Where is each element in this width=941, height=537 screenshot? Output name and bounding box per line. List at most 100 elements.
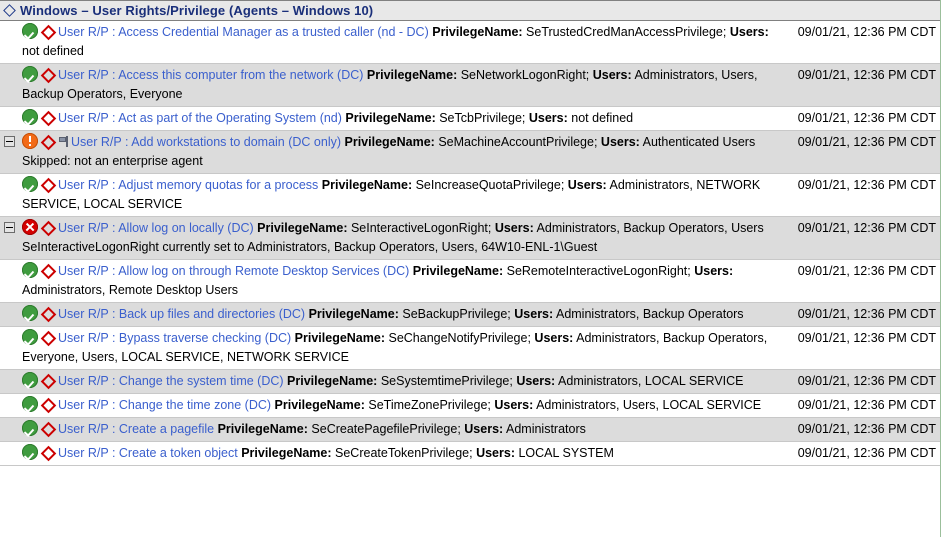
collapse-toggle-icon[interactable] [4, 222, 15, 233]
users-label: Users: [694, 264, 734, 278]
policy-link[interactable]: User R/P : Adjust memory quotas for a pr… [58, 178, 318, 192]
privilege-name-label: PrivilegeName: [257, 221, 348, 235]
red-diamond-icon [40, 67, 55, 82]
policy-link[interactable]: User R/P : Change the system time (DC) [58, 374, 284, 388]
table-row[interactable]: User R/P : Back up files and directories… [0, 303, 940, 327]
row-timestamp: 09/01/21, 12:36 PM CDT [797, 221, 936, 235]
row-note: SeInteractiveLogonRight currently set to… [22, 240, 598, 254]
row-timestamp: 09/01/21, 12:36 PM CDT [797, 178, 936, 192]
table-row[interactable]: User R/P : Allow log on through Remote D… [0, 260, 940, 303]
blue-diamond-icon [3, 4, 16, 17]
status-pass-icon [22, 444, 38, 460]
privilege-name-value: SeTimeZonePrivilege; [368, 398, 491, 412]
users-label: Users: [729, 25, 769, 39]
red-diamond-icon [40, 445, 55, 460]
red-diamond-icon [40, 263, 55, 278]
users-value: LOCAL SYSTEM [518, 446, 614, 460]
table-row[interactable]: User R/P : Create a token object Privile… [0, 442, 940, 466]
table-row[interactable]: User R/P : Access this computer from the… [0, 64, 940, 107]
policy-link[interactable]: User R/P : Allow log on through Remote D… [58, 264, 409, 278]
row-note: Skipped: not an enterprise agent [22, 154, 203, 168]
privilege-name-label: PrivilegeName: [344, 135, 435, 149]
report-section-header: Windows – User Rights/Privilege (Agents … [0, 0, 940, 21]
users-label: Users: [494, 398, 534, 412]
users-value: Administrators, Users, LOCAL SERVICE [536, 398, 762, 412]
status-pass-icon [22, 396, 38, 412]
status-pass-icon [22, 420, 38, 436]
table-row[interactable]: User R/P : Change the time zone (DC) Pri… [0, 394, 940, 418]
red-diamond-icon [40, 177, 55, 192]
flag-icon [58, 135, 71, 148]
row-timestamp: 09/01/21, 12:36 PM CDT [797, 398, 936, 412]
privilege-name-value: SeChangeNotifyPrivilege; [388, 331, 531, 345]
users-label: Users: [514, 307, 554, 321]
privilege-name-value: SeInteractiveLogonRight; [350, 221, 492, 235]
users-value: Administrators, Backup Operators, Users [536, 221, 764, 235]
users-label: Users: [600, 135, 640, 149]
policy-link[interactable]: User R/P : Create a token object [58, 446, 238, 460]
policy-link[interactable]: User R/P : Change the time zone (DC) [58, 398, 271, 412]
row-timestamp: 09/01/21, 12:36 PM CDT [797, 374, 936, 388]
page-title: Windows – User Rights/Privilege (Agents … [20, 3, 374, 18]
collapse-toggle-icon[interactable] [4, 136, 15, 147]
privilege-name-value: SeSystemtimePrivilege; [380, 374, 513, 388]
privilege-name-value: SeTcbPrivilege; [439, 111, 526, 125]
row-timestamp: 09/01/21, 12:36 PM CDT [797, 111, 936, 125]
table-row[interactable]: User R/P : Create a pagefile PrivilegeNa… [0, 418, 940, 442]
policy-link[interactable]: User R/P : Create a pagefile [58, 422, 214, 436]
red-diamond-icon [40, 373, 55, 388]
users-value: Administrators [506, 422, 586, 436]
users-value: not defined [22, 44, 84, 58]
table-row[interactable]: User R/P : Adjust memory quotas for a pr… [0, 174, 940, 217]
privilege-name-value: SeCreatePagefilePrivilege; [311, 422, 461, 436]
status-pass-icon [22, 66, 38, 82]
row-timestamp: 09/01/21, 12:36 PM CDT [797, 422, 936, 436]
red-diamond-icon [40, 110, 55, 125]
privilege-name-label: PrivilegeName: [345, 111, 436, 125]
privilege-name-label: PrivilegeName: [287, 374, 378, 388]
privilege-name-value: SeCreateTokenPrivilege; [335, 446, 473, 460]
users-value: Administrators, Remote Desktop Users [22, 283, 239, 297]
table-row[interactable]: User R/P : Change the system time (DC) P… [0, 370, 940, 394]
row-timestamp: 09/01/21, 12:36 PM CDT [797, 331, 936, 345]
users-label: Users: [476, 446, 515, 460]
policy-link[interactable]: User R/P : Add workstations to domain (D… [71, 135, 341, 149]
table-row[interactable]: User R/P : Bypass traverse checking (DC)… [0, 327, 940, 370]
table-row[interactable]: User R/P : Act as part of the Operating … [0, 107, 940, 131]
policy-link[interactable]: User R/P : Act as part of the Operating … [58, 111, 342, 125]
row-timestamp: 09/01/21, 12:36 PM CDT [797, 446, 936, 460]
status-pass-icon [22, 109, 38, 125]
red-diamond-icon [40, 421, 55, 436]
red-diamond-icon [40, 134, 55, 149]
privilege-name-value: SeRemoteInteractiveLogonRight; [506, 264, 691, 278]
policy-link[interactable]: User R/P : Access Credential Manager as … [58, 25, 429, 39]
users-value: Administrators, LOCAL SERVICE [558, 374, 744, 388]
users-value: Administrators, Backup Operators [555, 307, 744, 321]
status-pass-icon [22, 372, 38, 388]
policy-link[interactable]: User R/P : Access this computer from the… [58, 68, 363, 82]
row-timestamp: 09/01/21, 12:36 PM CDT [797, 68, 936, 82]
status-pass-icon [22, 329, 38, 345]
privilege-name-label: PrivilegeName: [274, 398, 365, 412]
status-pass-icon [22, 176, 38, 192]
row-timestamp: 09/01/21, 12:36 PM CDT [797, 25, 936, 39]
table-row[interactable]: User R/P : Allow log on locally (DC) Pri… [0, 217, 940, 260]
users-label: Users: [516, 374, 556, 388]
users-label: Users: [592, 68, 632, 82]
policy-link[interactable]: User R/P : Allow log on locally (DC) [58, 221, 254, 235]
report-row-list: User R/P : Access Credential Manager as … [0, 21, 940, 466]
status-pass-icon [22, 23, 38, 39]
policy-link[interactable]: User R/P : Back up files and directories… [58, 307, 305, 321]
privilege-name-label: PrivilegeName: [432, 25, 523, 39]
privilege-name-label: PrivilegeName: [412, 264, 504, 278]
status-warning-icon [22, 133, 38, 149]
users-label: Users: [534, 331, 574, 345]
red-diamond-icon [40, 24, 55, 39]
policy-link[interactable]: User R/P : Bypass traverse checking (DC) [58, 331, 291, 345]
users-label: Users: [567, 178, 607, 192]
privilege-name-label: PrivilegeName: [217, 422, 308, 436]
table-row[interactable]: User R/P : Access Credential Manager as … [0, 21, 940, 64]
table-row[interactable]: User R/P : Add workstations to domain (D… [0, 131, 940, 174]
row-timestamp: 09/01/21, 12:36 PM CDT [797, 135, 936, 149]
users-value: not defined [571, 111, 634, 125]
